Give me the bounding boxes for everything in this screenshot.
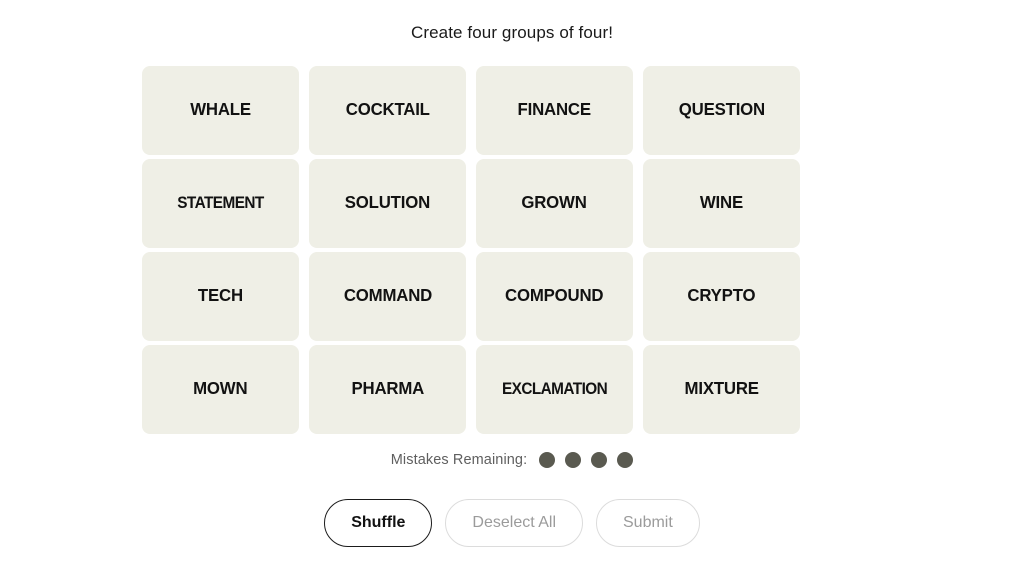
word-tile-label: CRYPTO — [687, 285, 756, 306]
mistake-dot — [565, 452, 582, 468]
word-tile-cocktail[interactable]: COCKTAIL — [309, 65, 466, 155]
word-tile-mown[interactable]: MOWN — [142, 344, 299, 434]
word-tile-label: STATEMENT — [177, 193, 264, 212]
word-tile-pharma[interactable]: PHARMA — [309, 344, 466, 434]
word-tile-label: QUESTION — [678, 99, 765, 120]
word-tile-label: COMPOUND — [505, 285, 604, 306]
word-tile-grid: WHALE COCKTAIL FINANCE QUESTION STATEMEN… — [142, 64, 800, 435]
mistake-dot — [591, 452, 608, 468]
word-tile-label: TECH — [198, 285, 243, 306]
word-tile-label: MOWN — [193, 378, 248, 399]
connections-game: Create four groups of four! WHALE COCKTA… — [0, 0, 1024, 576]
submit-button[interactable]: Submit — [596, 499, 700, 547]
mistake-dot — [617, 452, 634, 468]
word-tile-label: PHARMA — [351, 378, 424, 399]
word-tile-solution[interactable]: SOLUTION — [309, 158, 466, 248]
word-tile-question[interactable]: QUESTION — [643, 65, 800, 155]
word-tile-label: GROWN — [521, 192, 588, 213]
word-tile-finance[interactable]: FINANCE — [476, 65, 633, 155]
mistakes-dot-group — [539, 452, 634, 468]
word-tile-tech[interactable]: TECH — [142, 251, 299, 341]
page-title: Create four groups of four! — [410, 23, 614, 42]
mistakes-remaining: Mistakes Remaining: — [0, 452, 1024, 468]
word-tile-label: WINE — [699, 192, 744, 213]
action-button-row: Shuffle Deselect All Submit — [0, 499, 1024, 547]
word-tile-compound[interactable]: COMPOUND — [476, 251, 633, 341]
word-tile-statement[interactable]: STATEMENT — [142, 158, 299, 248]
word-tile-label: MIXTURE — [684, 378, 759, 399]
word-tile-label: COCKTAIL — [345, 99, 430, 120]
word-tile-label: SOLUTION — [344, 192, 431, 213]
mistakes-remaining-label: Mistakes Remaining: — [390, 452, 528, 468]
word-tile-grown[interactable]: GROWN — [476, 158, 633, 248]
word-tile-whale[interactable]: WHALE — [142, 65, 299, 155]
deselect-all-button[interactable]: Deselect All — [445, 499, 583, 547]
word-tile-mixture[interactable]: MIXTURE — [643, 344, 800, 434]
word-tile-label: FINANCE — [517, 99, 592, 120]
word-tile-wine[interactable]: WINE — [643, 158, 800, 248]
word-tile-label: EXCLAMATION — [501, 379, 608, 398]
shuffle-button[interactable]: Shuffle — [324, 499, 433, 547]
word-tile-crypto[interactable]: CRYPTO — [643, 251, 800, 341]
word-tile-exclamation[interactable]: EXCLAMATION — [476, 344, 633, 434]
word-tile-command[interactable]: COMMAND — [309, 251, 466, 341]
word-tile-label: WHALE — [190, 99, 251, 120]
word-tile-label: COMMAND — [343, 285, 432, 306]
mistake-dot — [539, 452, 556, 468]
